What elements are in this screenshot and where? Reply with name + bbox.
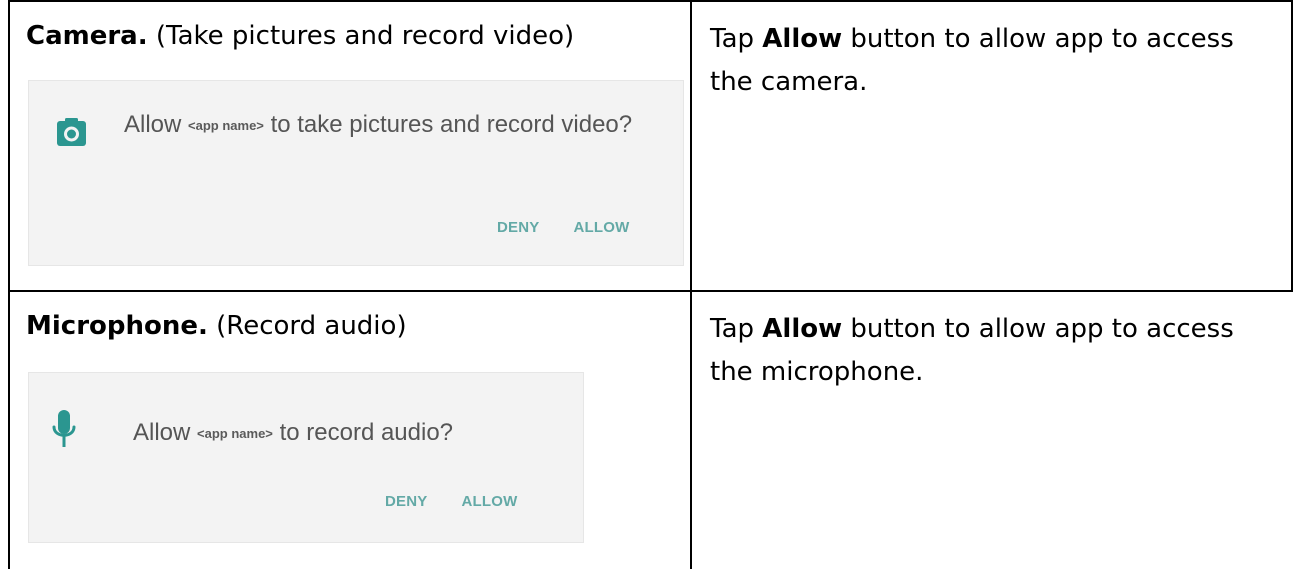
camera-instruction: Tap Allow button to allow app to access … [710,18,1280,104]
prompt-allow-text: Allow [133,419,191,446]
microphone-heading-title: Microphone. [26,311,208,341]
microphone-permission-heading: Microphone. (Record audio) [26,308,407,344]
microphone-row: Microphone. (Record audio) Allow <app na… [8,291,1293,569]
microphone-permission-dialog: Allow <app name> to record audio? DENY A… [28,372,584,543]
camera-permission-prompt: Allow <app name> to take pictures and re… [124,110,659,141]
allow-button[interactable]: ALLOW [573,219,629,236]
prompt-allow-text: Allow [124,111,182,138]
deny-button[interactable]: DENY [497,219,539,236]
camera-heading-title: Camera. [26,21,148,51]
instruction-allow-text: Allow [762,314,843,344]
camera-row: Camera. (Take pictures and record video)… [8,0,1293,291]
permissions-table: Camera. (Take pictures and record video)… [8,0,1293,569]
prompt-permission-text: to record audio? [279,419,454,446]
microphone-icon [52,410,76,447]
camera-icon [57,118,86,146]
deny-button[interactable]: DENY [385,493,427,510]
camera-heading-description: (Take pictures and record video) [155,21,575,51]
app-name-placeholder: <app name> [197,426,273,441]
microphone-permission-prompt: Allow <app name> to record audio? [133,418,563,449]
camera-permission-dialog: Allow <app name> to take pictures and re… [28,80,684,266]
instruction-allow-text: Allow [762,24,843,54]
instruction-tap-text: Tap [710,24,755,54]
camera-permission-heading: Camera. (Take pictures and record video) [26,18,574,54]
microphone-instruction: Tap Allow button to allow app to access … [710,308,1280,394]
allow-button[interactable]: ALLOW [461,493,517,510]
app-name-placeholder: <app name> [188,118,264,133]
instruction-tap-text: Tap [710,314,755,344]
prompt-permission-text: to take pictures and record video? [270,111,633,138]
microphone-heading-description: (Record audio) [216,311,407,341]
microphone-dialog-actions: DENY ALLOW [385,493,517,510]
camera-dialog-actions: DENY ALLOW [497,219,629,236]
